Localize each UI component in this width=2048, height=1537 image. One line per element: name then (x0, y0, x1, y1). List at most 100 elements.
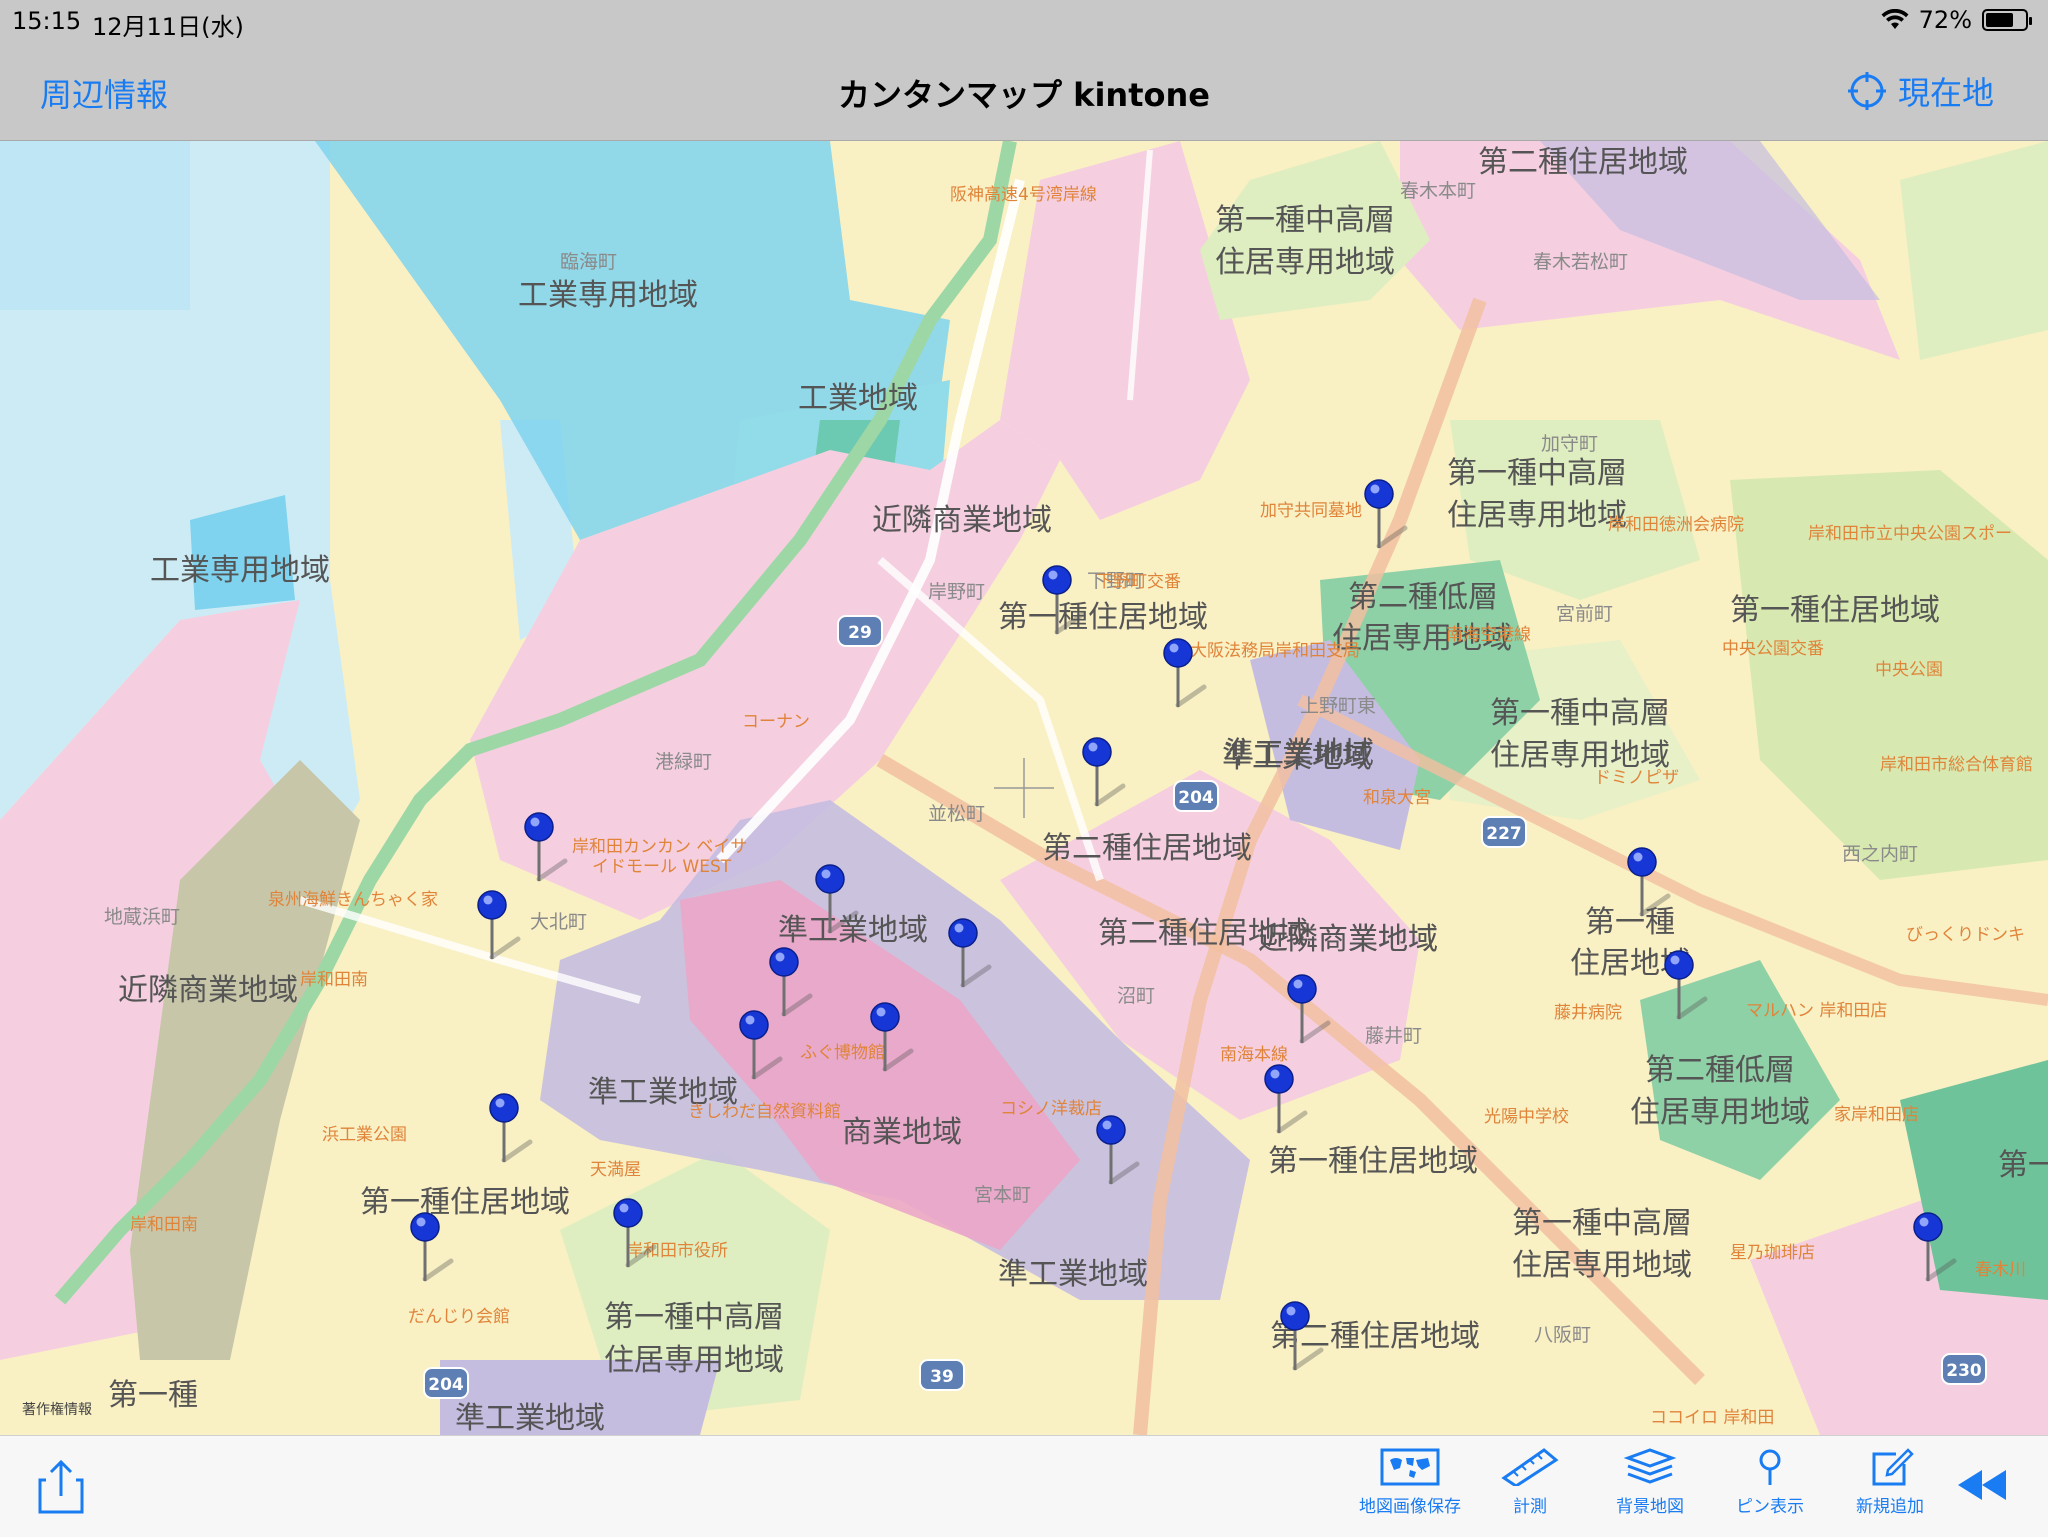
route-shield-number: 29 (848, 623, 872, 643)
place-label: 八阪町 (1534, 1324, 1591, 1346)
zone-label: 商業地域 (842, 1115, 962, 1150)
place-label: 宮本町 (974, 1184, 1031, 1206)
navigation-bar: 周辺情報 カンタンマップ kintone 現在地 (0, 40, 2048, 141)
zone-label: 準工業地域 (998, 1257, 1148, 1292)
poi-label: 岸和田南 (130, 1215, 198, 1235)
poi-label: マルハン 岸和田店 (1746, 1001, 1887, 1021)
zone-label: 第一種中高層 (1490, 696, 1670, 731)
toolbar-label: 地図画像保存 (1359, 1497, 1461, 1517)
map-canvas[interactable]: 工業専用地域工業地域工業専用地域近隣商業地域近隣商業地域第一種住居地域第二種住居… (0, 141, 2048, 1435)
place-label: 上野町東 (1300, 695, 1376, 717)
poi-label: きしわだ自然資料館 (688, 1102, 841, 1122)
zone-label: 近隣商業地域 (1258, 922, 1438, 957)
zone-label: 近隣商業地域 (872, 503, 1052, 538)
place-label: 並松町 (928, 803, 985, 825)
pin-icon (1759, 1449, 1781, 1485)
poi-label: 泉州海鮮きんちゃく家 (268, 890, 438, 910)
zone-label: 第二種低層 (1348, 580, 1498, 615)
route-shield-number: 39 (930, 1367, 954, 1387)
zone-label: 工業地域 (798, 381, 918, 416)
layers-icon (1623, 1448, 1677, 1484)
place-label: 臨海町 (560, 251, 617, 273)
zone-label: 住居専用地域 (1215, 245, 1395, 280)
map-view[interactable]: 工業専用地域 工業地域 工業専用地域 近隣商業地域 近隣商業地域 第一種住居地域 第二種住居… (0, 141, 2048, 1435)
poi-label: 岸和田カンカン ベイサ (572, 837, 747, 857)
pin-display-button[interactable]: ピン表示 (1710, 1448, 1830, 1517)
poi-label: 阪神高速4号湾岸線 (950, 185, 1097, 205)
zone-label: 第一種中高層 (1512, 1206, 1692, 1241)
place-label: 加守町 (1541, 433, 1598, 455)
poi-label: 家岸和田店 (1834, 1105, 1919, 1125)
zone-label: 第一種中高層 (1447, 456, 1627, 491)
save-map-image-button[interactable]: 地図画像保存 (1350, 1448, 1470, 1517)
poi-label: だんじり会館 (408, 1307, 510, 1327)
place-label: 大北町 (530, 911, 587, 933)
poi-label: 中央公園交番 (1722, 639, 1824, 659)
place-label: 沼町 (1117, 985, 1155, 1007)
poi-label: ココイロ 岸和田 (1650, 1408, 1774, 1428)
poi-label: 岸和田南 (300, 970, 368, 990)
poi-label: びっくりドンキ (1906, 925, 2025, 945)
map-copyright[interactable]: 著作権情報 (22, 1401, 92, 1418)
poi-label: 加守共同墓地 (1260, 501, 1362, 521)
zone-label: 第一種住居地域 (1730, 593, 1940, 628)
current-location-button[interactable]: 現在地 (1847, 68, 1994, 114)
zone-label: 工業専用地域 (150, 553, 330, 588)
bottom-toolbar: 地図画像保存 計測 背景地図 ピン表示 新規追加 (0, 1435, 2048, 1537)
poi-label: 下野町交番 (1096, 572, 1181, 592)
background-map-button[interactable]: 背景地図 (1590, 1448, 1710, 1517)
poi-label: 中央公園 (1875, 660, 1943, 680)
place-label: 港緑町 (655, 751, 712, 773)
poi-label: ふぐ博物館 (800, 1043, 885, 1063)
zone-label: 第一種中高層 (604, 1300, 784, 1335)
poi-label: コーナン (742, 712, 810, 732)
share-icon (38, 1459, 84, 1514)
toolbar-label: 背景地図 (1616, 1497, 1684, 1517)
add-new-button[interactable]: 新規追加 (1830, 1448, 1950, 1517)
zone-label: 第二種低層 (1645, 1053, 1795, 1088)
poi-label: 南海本線 (1220, 1045, 1288, 1065)
route-shield-number: 204 (1178, 788, 1214, 808)
battery-percent: 72% (1918, 6, 1972, 34)
status-bar: 15:15 12月11日(水) 72% (0, 0, 2048, 41)
app-title: カンタンマップ kintone (838, 76, 1210, 114)
poi-label: 天満屋 (590, 1160, 641, 1180)
route-shield-number: 227 (1486, 824, 1522, 844)
zone-label: 第二種住居地域 (1042, 831, 1252, 866)
poi-label: 光陽中学校 (1484, 1107, 1569, 1127)
zone-label: 第一種中高層 (1215, 203, 1395, 238)
place-label: 春木若松町 (1533, 251, 1628, 273)
status-date: 12月11日(水) (92, 13, 244, 41)
compose-icon (1872, 1448, 1914, 1486)
status-right: 72% (1881, 6, 2032, 34)
zone-label: 近隣商業地域 (118, 973, 298, 1008)
poi-label: 藤井病院 (1554, 1003, 1622, 1023)
route-shield: 204 (1173, 780, 1219, 812)
route-shield: 39 (919, 1359, 965, 1391)
poi-label: 大阪法務局岸和田支局 (1190, 641, 1360, 661)
world-map-icon (1380, 1448, 1440, 1486)
zone-label: 工業専用地域 (518, 278, 698, 313)
route-shield-number: 230 (1946, 1361, 1982, 1381)
poi-label: 岸和田市立中央公園スポー (1808, 524, 2012, 544)
poi-label: コシノ洋裁店 (1000, 1099, 1102, 1119)
zone-label: 第一種住居地域 (360, 1185, 570, 1220)
zone-label: 第一種住居地域 (998, 600, 1208, 635)
measure-button[interactable]: 計測 (1470, 1448, 1590, 1517)
wifi-icon (1881, 9, 1909, 29)
zone-label: 第一種 (1585, 905, 1675, 940)
zone-label: 第二種住居地域 (1478, 145, 1688, 180)
route-shield-number: 204 (428, 1375, 464, 1395)
poi-label: 春木川 (1975, 1260, 2026, 1280)
rewind-icon (1958, 1470, 2006, 1500)
zone-label: 第一種 (1998, 1148, 2048, 1183)
share-button[interactable] (38, 1458, 84, 1518)
poi-label: 和泉大宮 (1363, 788, 1431, 808)
route-shield: 29 (837, 615, 883, 647)
route-shield: 204 (423, 1367, 469, 1399)
sea-area (0, 141, 190, 310)
ruler-icon (1501, 1448, 1559, 1486)
collapse-toolbar-button[interactable] (1956, 1468, 2008, 1506)
zone-label: 準工業地域 (778, 913, 928, 948)
poi-label: 岸和田市総合体育館 (1880, 755, 2033, 775)
